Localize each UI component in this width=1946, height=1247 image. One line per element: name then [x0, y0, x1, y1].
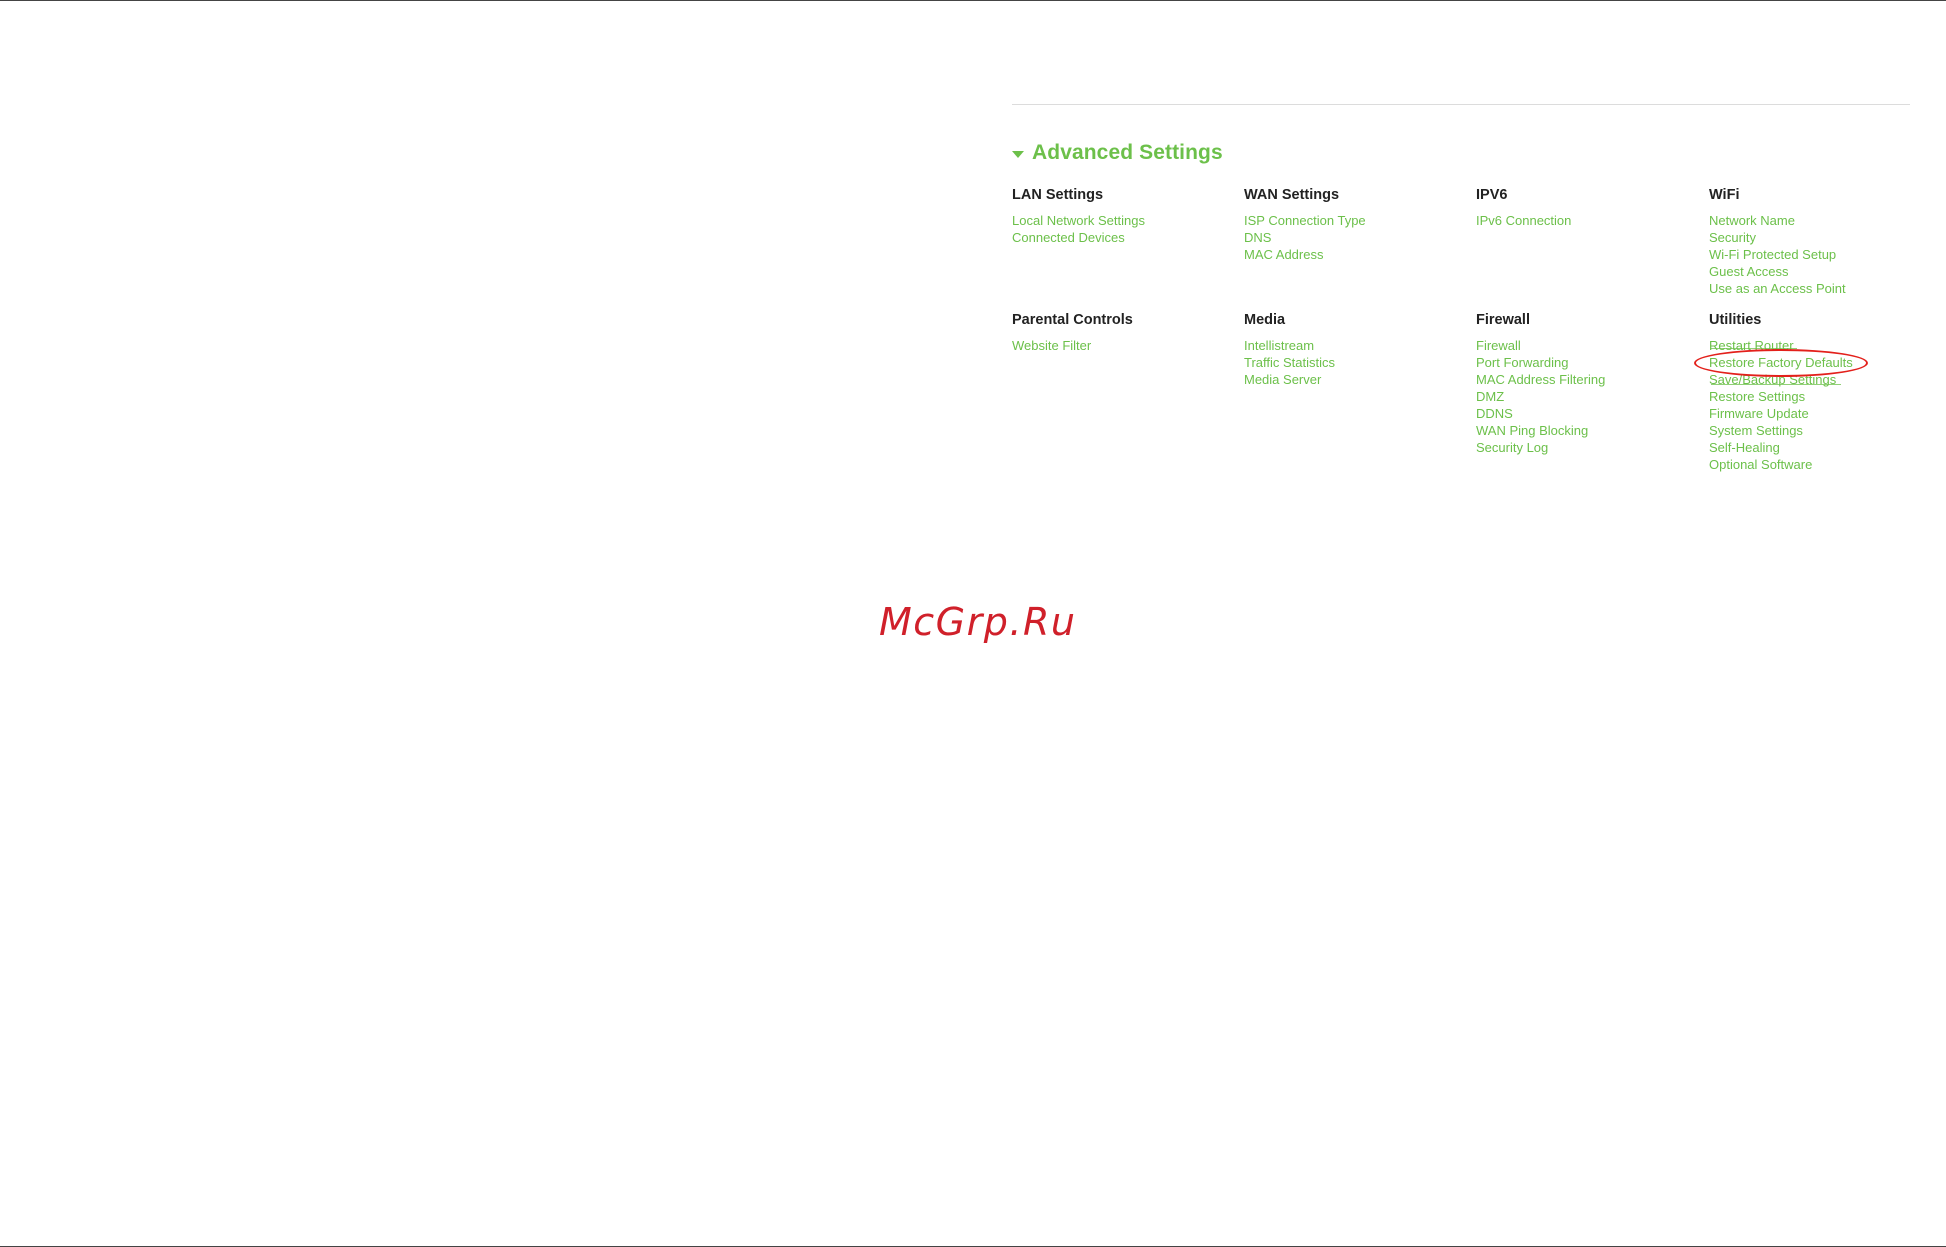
group-media: Media Intellistream Traffic Statistics M… — [1244, 310, 1474, 388]
link-restore-factory-defaults[interactable]: Restore Factory Defaults — [1709, 354, 1939, 371]
advanced-settings-panel: Advanced Settings LAN Settings Local Net… — [1012, 104, 1910, 504]
link-ddns[interactable]: DDNS — [1476, 405, 1706, 422]
advanced-settings-toggle[interactable]: Advanced Settings — [1012, 140, 1223, 166]
watermark-text: McGrp.Ru — [879, 600, 1077, 644]
link-local-network-settings[interactable]: Local Network Settings — [1012, 212, 1242, 229]
link-mac-address[interactable]: MAC Address — [1244, 246, 1474, 263]
group-title: IPV6 — [1476, 187, 1508, 203]
group-title: WiFi — [1709, 187, 1740, 203]
link-optional-software[interactable]: Optional Software — [1709, 456, 1939, 473]
link-network-name[interactable]: Network Name — [1709, 212, 1939, 229]
link-port-forwarding[interactable]: Port Forwarding — [1476, 354, 1706, 371]
page-top-rule — [0, 0, 1946, 1]
link-dns[interactable]: DNS — [1244, 229, 1474, 246]
link-connected-devices[interactable]: Connected Devices — [1012, 229, 1242, 246]
link-media-server[interactable]: Media Server — [1244, 371, 1474, 388]
link-firewall[interactable]: Firewall — [1476, 337, 1706, 354]
link-mac-address-filtering[interactable]: MAC Address Filtering — [1476, 371, 1706, 388]
section-title: Advanced Settings — [1032, 141, 1223, 164]
link-dmz[interactable]: DMZ — [1476, 388, 1706, 405]
link-use-as-access-point[interactable]: Use as an Access Point — [1709, 280, 1939, 297]
group-title: Parental Controls — [1012, 312, 1133, 328]
link-system-settings[interactable]: System Settings — [1709, 422, 1939, 439]
group-title: WAN Settings — [1244, 187, 1340, 203]
link-security[interactable]: Security — [1709, 229, 1939, 246]
group-parental-controls: Parental Controls Website Filter — [1012, 310, 1242, 354]
link-wifi-protected-setup[interactable]: Wi-Fi Protected Setup — [1709, 246, 1939, 263]
link-isp-connection-type[interactable]: ISP Connection Type — [1244, 212, 1474, 229]
group-title: Media — [1244, 312, 1286, 328]
group-lan-settings: LAN Settings Local Network Settings Conn… — [1012, 185, 1242, 246]
group-title: Utilities — [1709, 312, 1762, 328]
link-wan-ping-blocking[interactable]: WAN Ping Blocking — [1476, 422, 1706, 439]
link-restore-settings[interactable]: Restore Settings — [1709, 388, 1939, 405]
group-wifi: WiFi Network Name Security Wi-Fi Protect… — [1709, 185, 1939, 297]
link-self-healing[interactable]: Self-Healing — [1709, 439, 1939, 456]
group-ipv6: IPV6 IPv6 Connection — [1476, 185, 1706, 229]
group-utilities: Utilities Restart Router Restore Factory… — [1709, 310, 1939, 473]
group-title: Firewall — [1476, 312, 1530, 328]
link-restart-router[interactable]: Restart Router — [1709, 337, 1939, 354]
section-divider — [1012, 104, 1910, 105]
link-traffic-statistics[interactable]: Traffic Statistics — [1244, 354, 1474, 371]
link-ipv6-connection[interactable]: IPv6 Connection — [1476, 212, 1706, 229]
link-save-backup-settings[interactable]: Save/Backup Settings — [1709, 371, 1939, 388]
link-website-filter[interactable]: Website Filter — [1012, 337, 1242, 354]
caret-down-icon — [1012, 150, 1024, 158]
link-firmware-update[interactable]: Firmware Update — [1709, 405, 1939, 422]
link-guest-access[interactable]: Guest Access — [1709, 263, 1939, 280]
link-security-log[interactable]: Security Log — [1476, 439, 1706, 456]
group-wan-settings: WAN Settings ISP Connection Type DNS MAC… — [1244, 185, 1474, 263]
link-intellistream[interactable]: Intellistream — [1244, 337, 1474, 354]
group-firewall: Firewall Firewall Port Forwarding MAC Ad… — [1476, 310, 1706, 456]
group-title: LAN Settings — [1012, 187, 1104, 203]
